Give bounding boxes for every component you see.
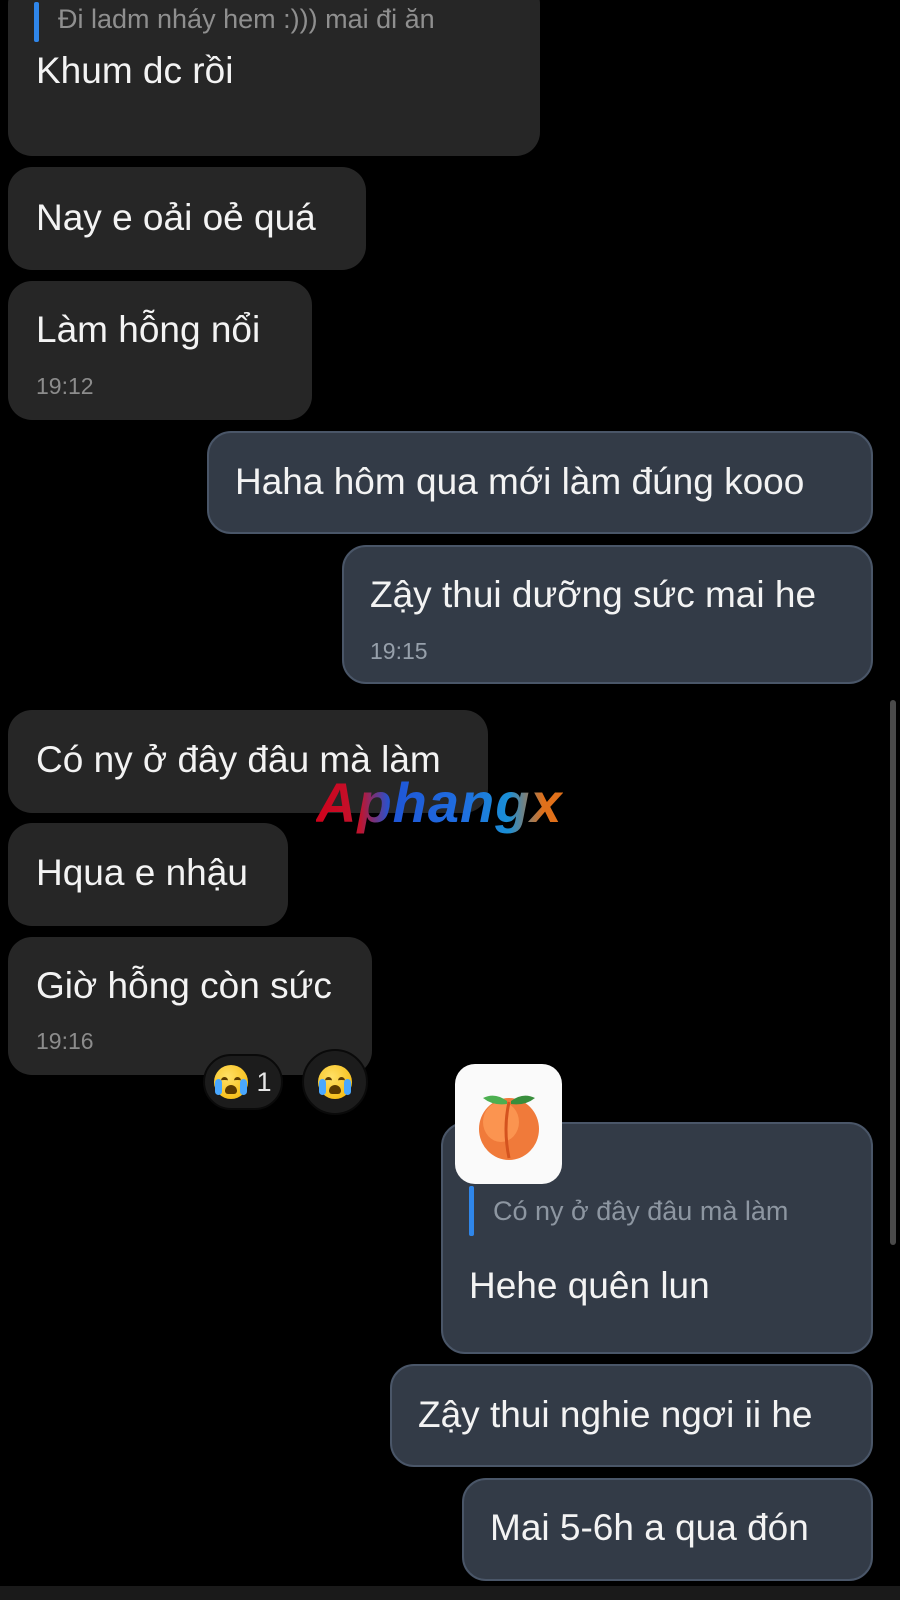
peach-icon: [479, 1095, 539, 1160]
reply-quote-text: Đi ladm nháy hem :))) mai đi ăn: [58, 4, 435, 34]
message-text: Hehe quên lun: [469, 1265, 710, 1306]
message-text: Nay e oải oẻ quá: [36, 197, 316, 238]
message-text: Hqua e nhậu: [36, 852, 248, 893]
message-timestamp: 19:16: [36, 1028, 94, 1054]
peach-sticker[interactable]: [455, 1064, 562, 1184]
message-bubble-incoming[interactable]: Hqua e nhậu: [8, 823, 288, 926]
crying-face-icon: [214, 1065, 249, 1099]
message-text: Làm hỗng nổi: [36, 309, 261, 350]
message-bubble-outgoing[interactable]: Haha hôm qua mới làm đúng kooo: [207, 431, 873, 534]
message-text: Zậy thui nghie ngơi ii he: [418, 1394, 813, 1435]
reply-quote-text: Có ny ở đây đâu mà làm: [493, 1196, 789, 1226]
crying-face-icon: [318, 1065, 352, 1099]
message-text: Khum dc rồi: [36, 50, 234, 91]
message-bubble-outgoing[interactable]: Mai 5-6h a qua đón: [462, 1478, 873, 1581]
message-text: Zậy thui dưỡng sức mai he: [370, 574, 817, 615]
reply-quote-bar: [34, 2, 39, 42]
reaction-count: 1: [256, 1066, 272, 1097]
message-bubble-outgoing[interactable]: Zậy thui nghie ngơi ii he: [390, 1364, 873, 1467]
scrollbar[interactable]: [890, 700, 896, 1245]
message-text: Haha hôm qua mới làm đúng kooo: [235, 461, 805, 502]
message-bubble-outgoing[interactable]: Zậy thui dưỡng sức mai he 19:15: [342, 545, 873, 684]
message-bubble-incoming[interactable]: Đi ladm nháy hem :))) mai đi ăn Khum dc …: [8, 0, 540, 156]
reply-quote-bar: [469, 1186, 474, 1236]
message-timestamp: 19:15: [370, 638, 428, 664]
message-timestamp: 19:12: [36, 373, 94, 399]
reaction-count-badge[interactable]: 1: [203, 1054, 283, 1110]
message-bubble-incoming[interactable]: Làm hỗng nổi 19:12: [8, 281, 312, 420]
message-text: Giờ hỗng còn sức: [36, 965, 332, 1006]
watermark-logo: Aphangx: [316, 771, 563, 834]
message-bubble-incoming[interactable]: Nay e oải oẻ quá: [8, 167, 366, 270]
add-reaction-button[interactable]: [302, 1049, 368, 1115]
bottom-divider: [0, 1586, 900, 1600]
message-text: Mai 5-6h a qua đón: [490, 1507, 809, 1548]
